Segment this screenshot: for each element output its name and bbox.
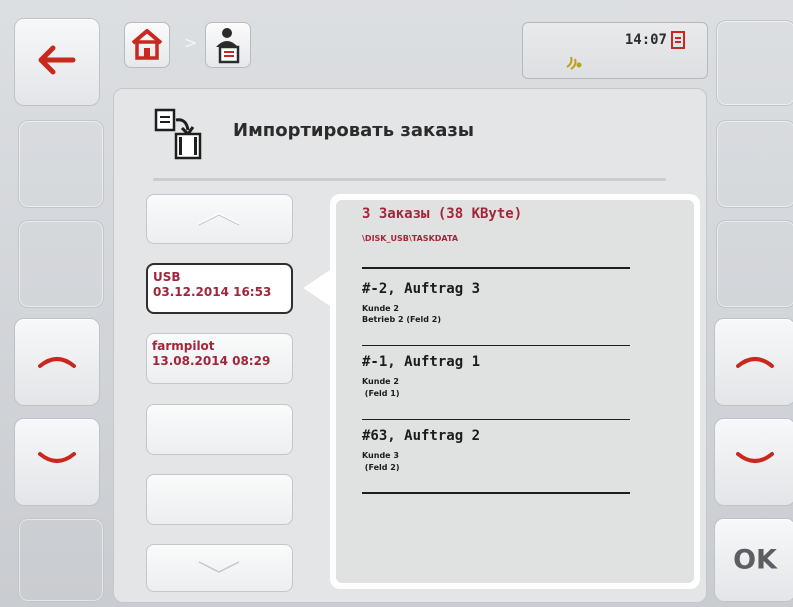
task-customer: Kunde 3 bbox=[362, 451, 399, 460]
import-task-icon bbox=[154, 108, 202, 160]
task-title[interactable]: #-2, Auftrag 3 bbox=[362, 281, 480, 297]
task-field: Betrieb 2 (Feld 2) bbox=[362, 315, 442, 324]
document-icon bbox=[671, 31, 685, 49]
ok-label: OK bbox=[733, 544, 777, 576]
left-softkey-6[interactable] bbox=[18, 518, 104, 602]
task-field: (Feld 1) bbox=[362, 389, 400, 398]
task-divider bbox=[362, 419, 630, 420]
source-list-down-button[interactable] bbox=[146, 544, 293, 592]
left-softkey-2[interactable] bbox=[18, 120, 104, 208]
task-customer: Kunde 2 bbox=[362, 377, 399, 386]
source-name: farmpilot bbox=[152, 339, 215, 353]
left-softkey-3[interactable] bbox=[18, 220, 104, 308]
right-softkey-1[interactable] bbox=[716, 20, 793, 106]
task-field: (Feld 2) bbox=[362, 463, 400, 472]
task-divider bbox=[362, 345, 630, 346]
task-title[interactable]: #63, Auftrag 2 bbox=[362, 428, 480, 444]
right-softkey-2[interactable] bbox=[716, 120, 793, 208]
source-date: 03.12.2014 16:53 bbox=[153, 285, 272, 299]
source-item-farmpilot[interactable]: farmpilot 13.08.2014 08:29 bbox=[146, 333, 293, 384]
source-item-usb[interactable]: USB 03.12.2014 16:53 bbox=[146, 263, 293, 314]
ok-button[interactable]: OK bbox=[714, 518, 793, 602]
home-button[interactable] bbox=[124, 22, 170, 68]
source-list-up-button[interactable] bbox=[146, 194, 293, 244]
user-task-icon bbox=[216, 28, 240, 64]
source-name: USB bbox=[153, 270, 181, 284]
detail-divider bbox=[362, 267, 630, 269]
right-softkey-3[interactable] bbox=[716, 220, 793, 308]
chevron-down-icon bbox=[38, 452, 76, 463]
clock-time: 14:07 bbox=[624, 32, 667, 48]
chevron-down-icon bbox=[198, 561, 240, 573]
chevron-down-icon bbox=[736, 452, 774, 463]
chevron-up-icon bbox=[38, 357, 76, 368]
chevron-up-icon bbox=[198, 212, 240, 226]
detail-header: 3 Заказы (38 KByte) bbox=[362, 206, 523, 222]
detail-up-button[interactable] bbox=[714, 318, 793, 406]
page-title: Импортировать заказы bbox=[233, 120, 475, 141]
gps-signal-icon bbox=[566, 56, 582, 70]
task-manager-button[interactable] bbox=[205, 22, 251, 68]
task-customer: Kunde 2 bbox=[362, 304, 399, 313]
breadcrumb-separator-icon: > bbox=[184, 33, 198, 52]
source-item-empty-2[interactable] bbox=[146, 474, 293, 525]
detail-down-button[interactable] bbox=[714, 418, 793, 506]
selection-pointer bbox=[303, 268, 333, 308]
status-indicator: 14:07 bbox=[522, 22, 708, 79]
list-up-button[interactable] bbox=[14, 318, 100, 406]
title-divider bbox=[153, 178, 666, 181]
detail-path: \DISK_USB\TASKDATA bbox=[362, 234, 459, 243]
home-icon bbox=[131, 29, 163, 60]
chevron-up-icon bbox=[736, 357, 774, 368]
source-item-empty-1[interactable] bbox=[146, 404, 293, 455]
detail-end-divider bbox=[362, 492, 630, 494]
list-down-button[interactable] bbox=[14, 418, 100, 506]
back-button[interactable] bbox=[14, 18, 100, 106]
task-title[interactable]: #-1, Auftrag 1 bbox=[362, 354, 480, 370]
source-date: 13.08.2014 08:29 bbox=[152, 354, 271, 368]
arrow-left-icon bbox=[38, 45, 76, 75]
